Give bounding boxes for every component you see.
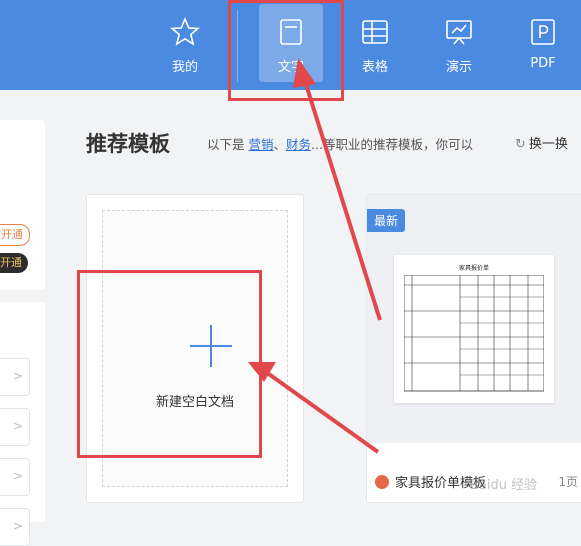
annotation-arrows	[248, 58, 382, 454]
